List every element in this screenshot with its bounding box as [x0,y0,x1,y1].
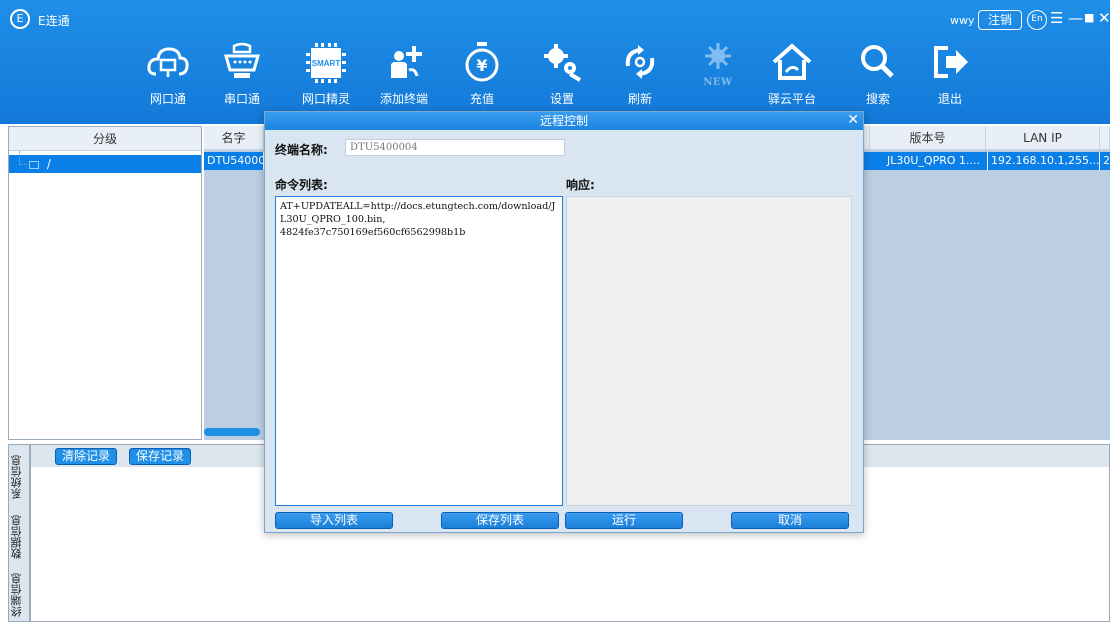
toolbar-add-terminal[interactable]: 添加终端 [372,38,436,120]
toolbar-label: 驿云平台 [767,92,816,106]
toolbar-label: 串口通 [223,92,260,106]
column-header-lan-ip[interactable]: LAN IP [986,126,1100,150]
maximize-icon[interactable]: ■ [1084,9,1094,27]
toolbar-label: 添加终端 [379,92,428,106]
app-logo-icon: E [10,9,30,29]
recharge-icon: ¥ [465,42,499,82]
svg-text:¥: ¥ [476,56,487,75]
tab-data-info[interactable]: 数据信息 [9,511,29,563]
column-header-name[interactable]: 名字 [204,126,264,150]
toolbar-recharge[interactable]: ¥ 充值 [450,38,514,120]
save-list-button[interactable]: 保存列表 [441,512,559,529]
exit-icon [934,46,968,78]
tab-system-info[interactable]: 系统信息 [9,451,29,503]
dialog-title: 远程控制 [539,114,588,128]
tree-root-label: / [46,157,51,171]
tree-root-item[interactable]: / [9,151,201,173]
column-header-version[interactable]: 版本号 [870,126,986,150]
minimize-icon[interactable]: — [1068,9,1083,27]
cloud-platform-home-icon [772,43,812,80]
toolbar-label: 刷新 [627,92,652,106]
group-tree-panel: 分级 / [8,126,202,440]
settings-gears-icon [544,44,582,82]
title-bar: E E连通 wwy 注销 En ☰ — ■ ✕ 网口通 串口通 SMART 网口… [0,0,1110,124]
new-feature-icon [705,43,731,69]
cancel-button[interactable]: 取消 [731,512,849,529]
run-button[interactable]: 运行 [565,512,683,529]
smart-chip-icon: SMART [306,43,346,83]
remote-control-dialog: 远程控制 ✕ 终端名称: DTU5400004 命令列表: 响应: AT+UPD… [264,111,864,533]
toolbar-label: 网口精灵 [301,92,350,106]
toolbar-refresh[interactable]: 刷新 [608,38,672,120]
toolbar-search[interactable]: 搜索 [846,38,910,120]
cell-version: JL30U_QPRO 1.... [884,152,988,170]
toolbar-label: 搜索 [865,92,890,106]
toolbar-cloud-platform[interactable]: 驿云平台 [760,38,824,120]
refresh-icon [625,45,655,79]
toolbar-label: 网口通 [149,92,186,106]
folder-icon [29,160,39,169]
response-area [566,196,852,506]
group-tree-header: 分级 [9,127,201,151]
cell-extra: 2 [1103,154,1110,167]
toolbar-label: 充值 [469,92,494,106]
toolbar-new-feature: NEW [686,38,750,120]
close-window-icon[interactable]: ✕ [1098,9,1110,27]
command-list-label: 命令列表: [275,178,328,192]
tree-connector [19,151,27,165]
toolbar-network-wizard[interactable]: SMART 网口精灵 [294,38,358,120]
app-title: E连通 [38,14,70,28]
new-badge: NEW [703,77,733,88]
cell-name: DTU54000 [204,152,264,170]
save-log-button[interactable]: 保存记录 [129,448,192,465]
horizontal-scrollbar[interactable] [204,428,260,436]
search-icon [861,45,894,78]
toolbar-network-port[interactable]: 网口通 [136,38,200,120]
command-list-textarea[interactable]: AT+UPDATEALL=http://docs.etungtech.com/d… [275,196,563,506]
clear-log-button[interactable]: 清除记录 [55,448,118,465]
serial-port-icon [224,42,260,78]
response-label: 响应: [566,178,595,192]
tab-terminal-info[interactable]: 终端信息 [9,569,29,621]
dialog-title-bar: 远程控制 ✕ [265,112,863,130]
column-header-extra[interactable] [1100,126,1110,150]
toolbar-exit[interactable]: 退出 [918,38,982,120]
toolbar-label: 退出 [937,92,962,106]
cloud-network-icon [147,47,189,77]
add-terminal-icon [391,46,422,78]
language-toggle-button[interactable]: En [1027,10,1047,30]
log-side-tabs: 系统信息 数据信息 终端信息 [8,444,30,622]
close-icon[interactable]: ✕ [847,111,859,129]
menu-icon[interactable]: ☰ [1050,9,1063,27]
terminal-name-label: 终端名称: [275,143,328,157]
toolbar-serial-port[interactable]: 串口通 [210,38,274,120]
user-name: wwy [950,14,975,27]
toolbar-settings[interactable]: 设置 [530,38,594,120]
smart-chip-text: SMART [312,59,341,68]
toolbar-label: 设置 [549,92,574,106]
logout-button[interactable]: 注销 [978,10,1022,30]
import-list-button[interactable]: 导入列表 [275,512,393,529]
cell-lan-ip: 192.168.10.1,255.... [988,152,1100,170]
terminal-name-field[interactable]: DTU5400004 [345,139,565,156]
